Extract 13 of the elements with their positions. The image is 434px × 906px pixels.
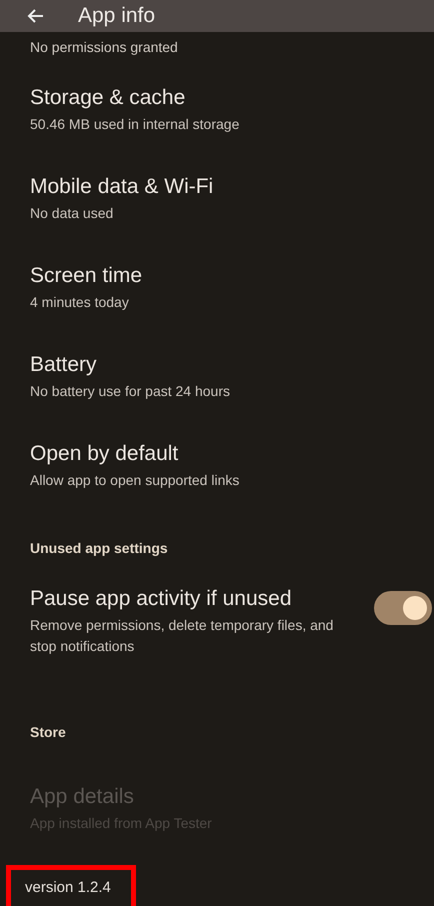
settings-item[interactable]: Battery No battery use for past 24 hours <box>8 334 434 424</box>
switch-item[interactable]: Pause app activity if unused Remove permissions, delete temporary files, and stop notifications <box>8 582 434 696</box>
section-header: Unused app settings <box>30 540 168 556</box>
back-icon[interactable] <box>26 8 44 24</box>
settings-item[interactable]: Screen time 4 minutes today <box>8 246 434 334</box>
screen-title: App info <box>78 3 156 29</box>
item-subtitle: No permissions granted <box>30 38 178 54</box>
version-label: version 1.2.4 <box>25 878 111 898</box>
section-header: Store <box>30 724 66 740</box>
toggle-switch[interactable] <box>374 590 432 624</box>
settings-item[interactable]: Storage & cache 50.46 MB used in internal storage <box>8 68 434 156</box>
settings-item[interactable]: Open by default Allow app to open supported links <box>8 424 434 512</box>
settings-item[interactable]: Mobile data & Wi-Fi No data used <box>8 156 434 246</box>
